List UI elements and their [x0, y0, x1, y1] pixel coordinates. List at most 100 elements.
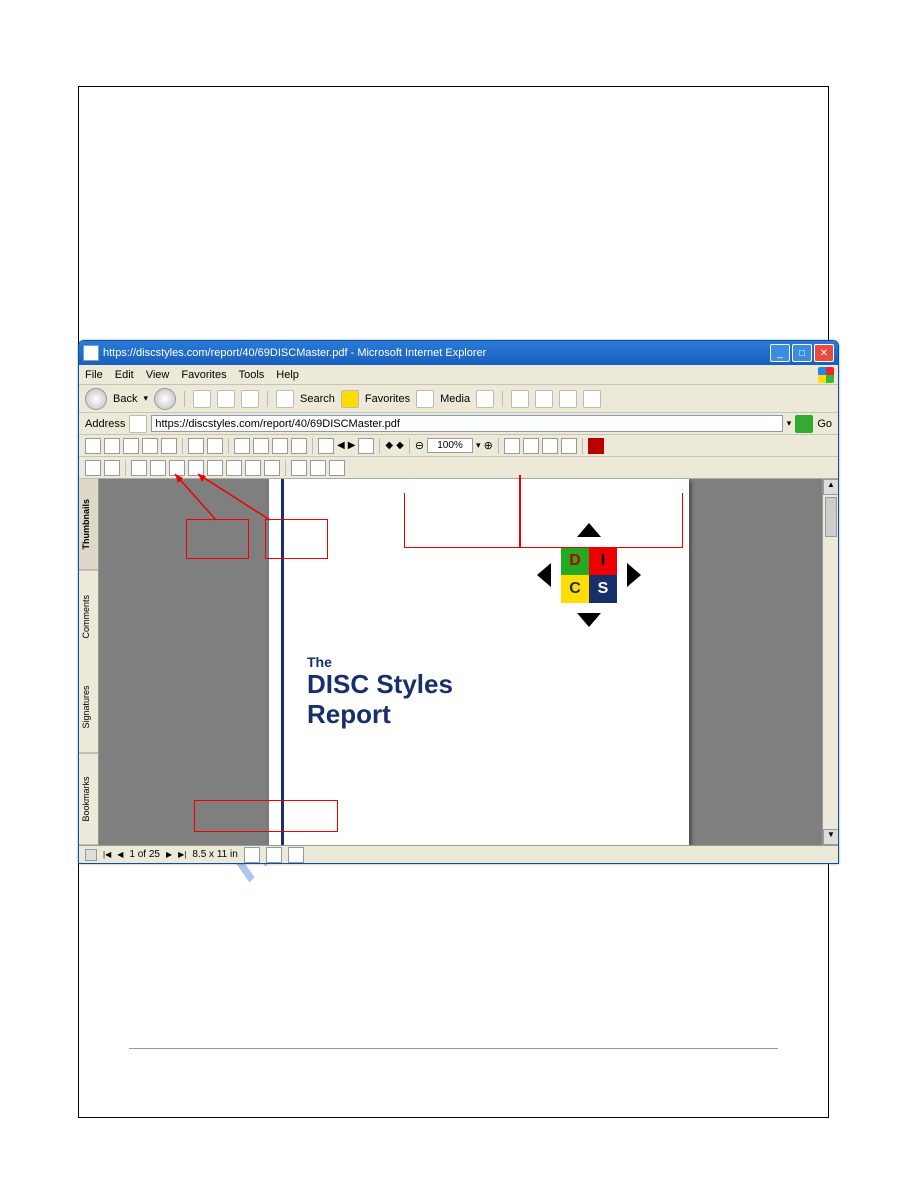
tab-signatures[interactable]: Signatures [79, 662, 98, 754]
pdf-toolbar-1: ◀ ▶ ◆ ◆ ⊖ ▾ ⊕ [79, 435, 838, 457]
adobe-icon[interactable] [588, 438, 604, 454]
ie-toolbar: Back ▾ Search Favorites Media [79, 385, 838, 413]
disc-d: D [561, 547, 589, 575]
hscroll-left-icon[interactable] [85, 849, 97, 861]
callout-print [265, 519, 328, 559]
layout-cont-icon[interactable] [266, 847, 282, 863]
pdf-toolbar-2 [79, 457, 838, 479]
rotate-cw-icon[interactable] [561, 438, 577, 454]
menubar: File Edit View Favorites Tools Help [79, 365, 838, 385]
search-pdf-icon[interactable] [142, 438, 158, 454]
fit-width-icon[interactable] [523, 438, 539, 454]
tool-e-icon[interactable] [169, 460, 185, 476]
text-select-icon[interactable] [207, 438, 223, 454]
disc-c: C [561, 575, 589, 603]
tool-h-icon[interactable] [226, 460, 242, 476]
tool-a-icon[interactable] [85, 460, 101, 476]
pdf-statusbar: |◀ ◀ 1 of 25 ▶ ▶| 8.5 x 11 in [79, 845, 838, 863]
zoom-input[interactable] [427, 438, 473, 453]
snapshot-icon[interactable] [291, 438, 307, 454]
scroll-thumb[interactable] [825, 497, 837, 537]
maximize-button[interactable]: □ [792, 344, 812, 362]
windows-logo-icon [818, 367, 834, 383]
discuss-icon[interactable] [583, 390, 601, 408]
hand-icon[interactable] [188, 438, 204, 454]
save-icon[interactable] [85, 438, 101, 454]
mail-icon[interactable] [511, 390, 529, 408]
find-icon[interactable] [234, 438, 250, 454]
find-prev-icon[interactable] [253, 438, 269, 454]
page-size: 8.5 x 11 in [192, 849, 237, 860]
disc-i: I [589, 547, 617, 575]
titlebar: https://discstyles.com/report/40/69DISCM… [79, 341, 838, 365]
menu-favorites[interactable]: Favorites [181, 369, 226, 381]
minimize-button[interactable]: _ [770, 344, 790, 362]
favorites-icon[interactable] [341, 390, 359, 408]
tool-j-icon[interactable] [264, 460, 280, 476]
page-icon [129, 415, 147, 433]
window-title: https://discstyles.com/report/40/69DISCM… [103, 347, 486, 359]
stop-icon[interactable] [193, 390, 211, 408]
forward-button[interactable] [154, 388, 176, 410]
home-icon[interactable] [241, 390, 259, 408]
scroll-up-icon[interactable]: ▲ [823, 479, 839, 495]
menu-view[interactable]: View [146, 369, 170, 381]
go-button[interactable] [795, 415, 813, 433]
menu-file[interactable]: File [85, 369, 103, 381]
menu-tools[interactable]: Tools [239, 369, 265, 381]
back-label: Back [113, 393, 137, 405]
select-icon[interactable] [161, 438, 177, 454]
callout-page [194, 800, 338, 832]
callout-nav-divider [519, 475, 521, 548]
layout-facing-icon[interactable] [288, 847, 304, 863]
side-tabs: Thumbnails Comments Signatures Bookmarks [79, 479, 99, 845]
email-icon[interactable] [123, 438, 139, 454]
tool-d-icon[interactable] [150, 460, 166, 476]
callout-nav [404, 493, 683, 548]
footer-rule [129, 1048, 778, 1049]
vertical-scrollbar[interactable]: ▲ ▼ [822, 479, 838, 845]
close-button[interactable]: ✕ [814, 344, 834, 362]
tool-k-icon[interactable] [291, 460, 307, 476]
last-page-icon[interactable] [358, 438, 374, 454]
fit-page-icon[interactable] [504, 438, 520, 454]
tool-l-icon[interactable] [310, 460, 326, 476]
ie-icon [83, 345, 99, 361]
tool-c-icon[interactable] [131, 460, 147, 476]
address-input[interactable] [151, 415, 782, 432]
history-icon[interactable] [476, 390, 494, 408]
media-label[interactable]: Media [440, 393, 470, 405]
media-icon[interactable] [416, 390, 434, 408]
tool-f-icon[interactable] [188, 460, 204, 476]
address-label: Address [85, 418, 125, 430]
title-the: The [307, 654, 453, 670]
first-page-icon[interactable] [318, 438, 334, 454]
document-title: The DISC Styles Report [307, 654, 453, 730]
search-icon[interactable] [276, 390, 294, 408]
scroll-down-icon[interactable]: ▼ [823, 829, 839, 845]
tab-bookmarks[interactable]: Bookmarks [79, 754, 98, 846]
callout-save [186, 519, 249, 559]
tool-m-icon[interactable] [329, 460, 345, 476]
back-button[interactable] [85, 388, 107, 410]
title-line1: DISC Styles [307, 670, 453, 700]
favorites-label[interactable]: Favorites [365, 393, 410, 405]
title-line2: Report [307, 700, 453, 730]
tool-g-icon[interactable] [207, 460, 223, 476]
refresh-icon[interactable] [217, 390, 235, 408]
layout-single-icon[interactable] [244, 847, 260, 863]
tool-i-icon[interactable] [245, 460, 261, 476]
tab-thumbnails[interactable]: Thumbnails [79, 479, 98, 571]
rotate-icon[interactable] [542, 438, 558, 454]
disc-s: S [589, 575, 617, 603]
print-icon[interactable] [535, 390, 553, 408]
search-label[interactable]: Search [300, 393, 335, 405]
tool-b-icon[interactable] [104, 460, 120, 476]
print-pdf-icon[interactable] [104, 438, 120, 454]
find-next-icon[interactable] [272, 438, 288, 454]
menu-help[interactable]: Help [276, 369, 299, 381]
edit-icon[interactable] [559, 390, 577, 408]
tab-comments[interactable]: Comments [79, 571, 98, 663]
menu-edit[interactable]: Edit [115, 369, 134, 381]
page-indicator[interactable]: 1 of 25 [129, 849, 160, 860]
